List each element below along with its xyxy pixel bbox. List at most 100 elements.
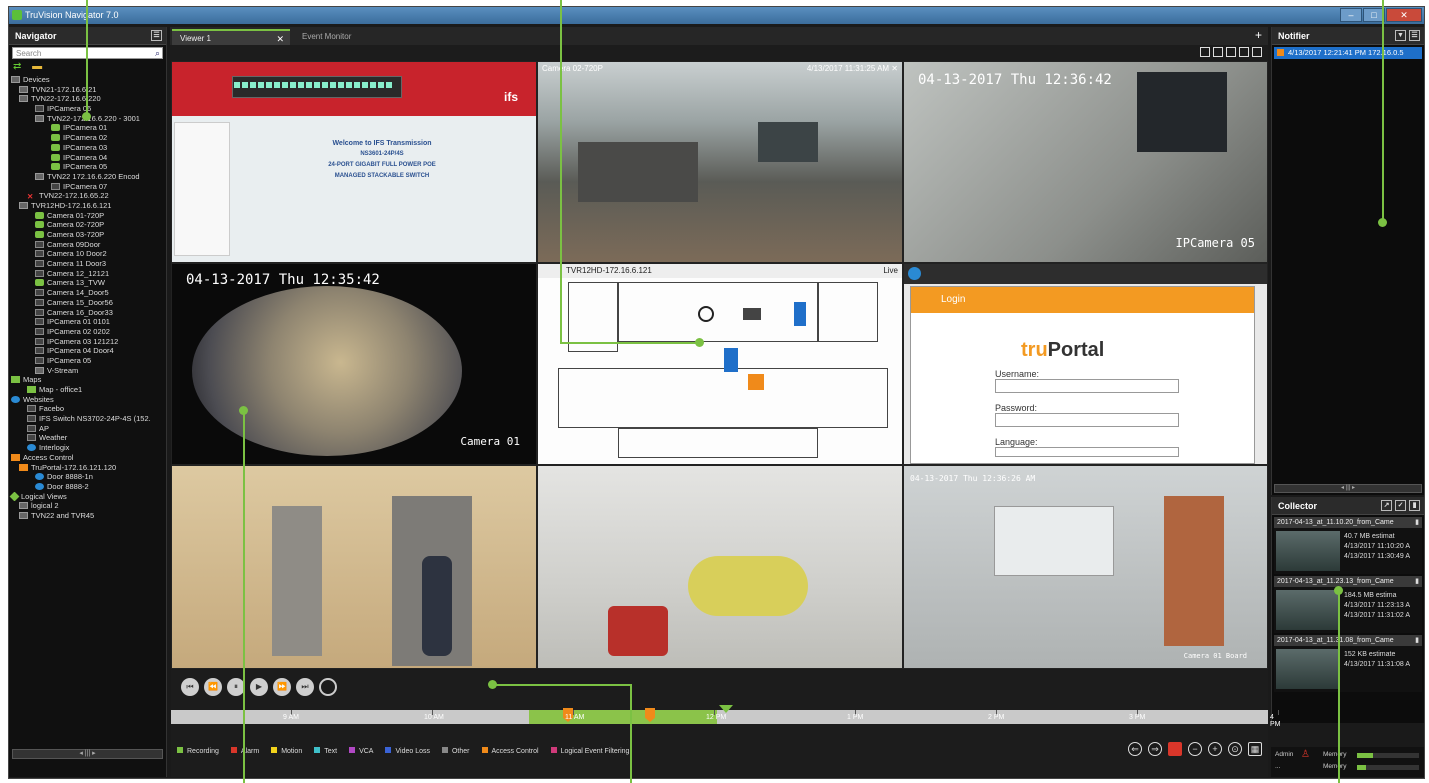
tree-item[interactable]: TruPortal-172.16.121.120 — [9, 463, 166, 473]
tree-item[interactable]: Camera 15_Door56 — [9, 298, 166, 308]
close-window-button[interactable]: ✕ — [1386, 8, 1422, 22]
camera-map-icon[interactable] — [743, 308, 761, 320]
legend-item[interactable]: VCA — [349, 747, 373, 755]
tree-item[interactable]: Door 8888-2 — [9, 482, 166, 492]
tree-item[interactable]: Weather — [9, 433, 166, 443]
notifier-options-icon[interactable]: ☰ — [1409, 30, 1420, 41]
tree-item[interactable]: IPCamera 04 — [9, 153, 166, 163]
sync-icon[interactable]: ⊙ — [1228, 742, 1242, 756]
export-icon[interactable]: ↗ — [1381, 500, 1392, 511]
minimize-button[interactable]: – — [1340, 8, 1362, 22]
clip-thumbnail[interactable] — [1276, 531, 1340, 571]
delete-icon[interactable]: ▮ — [1415, 576, 1419, 587]
rewind-button[interactable]: ⏪ — [204, 678, 222, 696]
tree-item[interactable]: IPCamera 05 — [9, 356, 166, 366]
tile-web-ifs[interactable]: ifs Welcome to IFS Transmission NS3601-2… — [171, 61, 537, 263]
layout-grid-icon[interactable] — [1200, 47, 1210, 57]
user-icon[interactable]: ♙ — [1301, 749, 1310, 760]
collector-item[interactable]: 2017-04-13_at_11.23.13_from_Came ▮ 184.5 M… — [1274, 576, 1422, 633]
fullscreen-icon[interactable] — [1252, 47, 1262, 57]
legend-item[interactable]: Video Loss — [385, 747, 430, 755]
legend-item[interactable]: Motion — [271, 747, 302, 755]
navigator-menu-button[interactable]: ☰ — [151, 30, 162, 41]
tree-item[interactable]: Camera 10 Door2 — [9, 249, 166, 259]
clip-thumbnail[interactable] — [1276, 649, 1340, 689]
skip-end-button[interactable]: ⏭ — [296, 678, 314, 696]
folder-icon[interactable]: ▬ — [32, 61, 42, 72]
tree-item[interactable]: IPCamera 07 — [9, 182, 166, 192]
tile-camera-elevators[interactable] — [171, 465, 537, 669]
tree-item[interactable]: Websites — [9, 395, 166, 405]
record-button[interactable] — [319, 678, 337, 696]
legend-item[interactable]: Other — [441, 747, 470, 755]
tile-camera-room[interactable]: 04-13-2017 Thu 12:36:26 AM Camera 01 Boa… — [903, 465, 1268, 669]
tree-item[interactable]: AP — [9, 424, 166, 434]
filter-icon[interactable]: ▼ — [1395, 30, 1406, 41]
tree-item[interactable]: IPCamera 02 0202 — [9, 327, 166, 337]
legend-item[interactable]: Logical Event Filtering — [550, 747, 629, 755]
legend-item[interactable]: Access Control — [481, 747, 539, 755]
step-back-icon[interactable]: ⇐ — [1128, 742, 1142, 756]
legend-item[interactable]: Alarm — [230, 747, 259, 755]
step-forward-icon[interactable]: ⇒ — [1148, 742, 1162, 756]
tree-item[interactable]: IPCamera 01 — [9, 123, 166, 133]
collector-item[interactable]: 2017-04-13_at_11.10.20_from_Came ▮ 40.7 MB… — [1274, 517, 1422, 574]
door-map-icon[interactable] — [794, 302, 806, 326]
tree-item[interactable]: Camera 12_12121 — [9, 269, 166, 279]
tile-map[interactable]: TVR12HD-172.16.6.121 Live — [537, 263, 903, 465]
tree-item[interactable]: IPCamera 04 Door4 — [9, 346, 166, 356]
tree-item[interactable]: Maps — [9, 375, 166, 385]
tree-item[interactable]: Door 8888-1n — [9, 472, 166, 482]
tree-item[interactable]: Camera 11 Door3 — [9, 259, 166, 269]
tree-item[interactable]: Camera 16_Door33 — [9, 308, 166, 318]
add-tab-button[interactable]: + — [1255, 28, 1262, 42]
tree-item[interactable]: Map - office1 — [9, 385, 166, 395]
trash-icon[interactable]: ▮ — [1409, 500, 1420, 511]
tree-item[interactable]: V-Stream — [9, 366, 166, 376]
zoom-out-icon[interactable]: − — [1188, 742, 1202, 756]
tree-item[interactable]: Camera 13_TVW — [9, 278, 166, 288]
tree-item[interactable]: IPCamera 05 — [9, 162, 166, 172]
calendar-icon[interactable]: ▦ — [1248, 742, 1262, 756]
play-button[interactable]: ▶ — [250, 678, 268, 696]
tree-item[interactable]: Camera 02-720P — [9, 220, 166, 230]
timeline-bar[interactable]: 9 AM 10 AM 11 AM 12 PM 1 PM 2 PM 3 PM 4 PM — [171, 705, 1281, 728]
tree-item[interactable]: Camera 14_Door5 — [9, 288, 166, 298]
skip-start-button[interactable]: ⏮ — [181, 678, 199, 696]
zoom-in-icon[interactable]: + — [1208, 742, 1222, 756]
tab-event-monitor[interactable]: Event Monitor — [294, 29, 404, 45]
tree-item[interactable]: IPCamera 01 0101 — [9, 317, 166, 327]
tile-camera-office[interactable]: Camera 02-720P 4/13/2017 11:31:25 AM ✕ — [537, 61, 903, 263]
search-icon[interactable]: ⌕ — [155, 48, 160, 59]
tree-item[interactable]: Facebo — [9, 404, 166, 414]
close-tile-icon[interactable]: ✕ — [891, 64, 898, 73]
tile-camera-hall[interactable]: 04-13-2017 Thu 12:36:42 IPCamera 05 — [903, 61, 1268, 263]
tree-item[interactable]: TVN22 172.16.6.220 Encod — [9, 172, 166, 182]
navigator-scrollbar[interactable]: ◂ ||| ▸ — [12, 749, 163, 759]
snapshot-icon[interactable] — [1213, 47, 1223, 57]
check-icon[interactable]: ✓ — [1395, 500, 1406, 511]
delete-icon[interactable]: ▮ — [1415, 517, 1419, 528]
tree-item[interactable]: TVN22 and TVR45 — [9, 511, 166, 521]
fast-forward-button[interactable]: ⏩ — [273, 678, 291, 696]
tree-item[interactable]: logical 2 — [9, 501, 166, 511]
refresh-icon[interactable] — [908, 267, 921, 280]
tree-item[interactable]: Logical Views — [9, 491, 166, 502]
ptz-map-icon[interactable] — [698, 306, 714, 322]
save-view-icon[interactable] — [1226, 47, 1236, 57]
tile-camera-fisheye[interactable]: 04-13-2017 Thu 12:35:42 Camera 01 — [171, 263, 537, 465]
export-icon[interactable] — [1239, 47, 1249, 57]
tree-item[interactable]: Camera 03-720P — [9, 230, 166, 240]
ifs-menu[interactable] — [174, 122, 230, 256]
tile-camera-atrium[interactable] — [537, 465, 903, 669]
tree-item[interactable]: Camera 09Door — [9, 240, 166, 250]
tree-item[interactable]: IPCamera 03 121212 — [9, 337, 166, 347]
notifier-scrollbar[interactable]: ◂ ||| ▸ — [1274, 484, 1422, 493]
tile-truportal[interactable]: Login truPortal Username: Password: Lang… — [903, 263, 1268, 465]
playhead-marker[interactable] — [719, 705, 733, 713]
tree-item[interactable]: IFS Switch NS3702-24P-4S (152. — [9, 414, 166, 424]
tree-item[interactable]: IPCamera 02 — [9, 133, 166, 143]
floor-plan[interactable] — [538, 278, 902, 464]
clip-thumbnail[interactable] — [1276, 590, 1340, 630]
collector-item[interactable]: 2017-04-13_at_11.31.08_from_Came ▮ 152 KB … — [1274, 635, 1422, 692]
